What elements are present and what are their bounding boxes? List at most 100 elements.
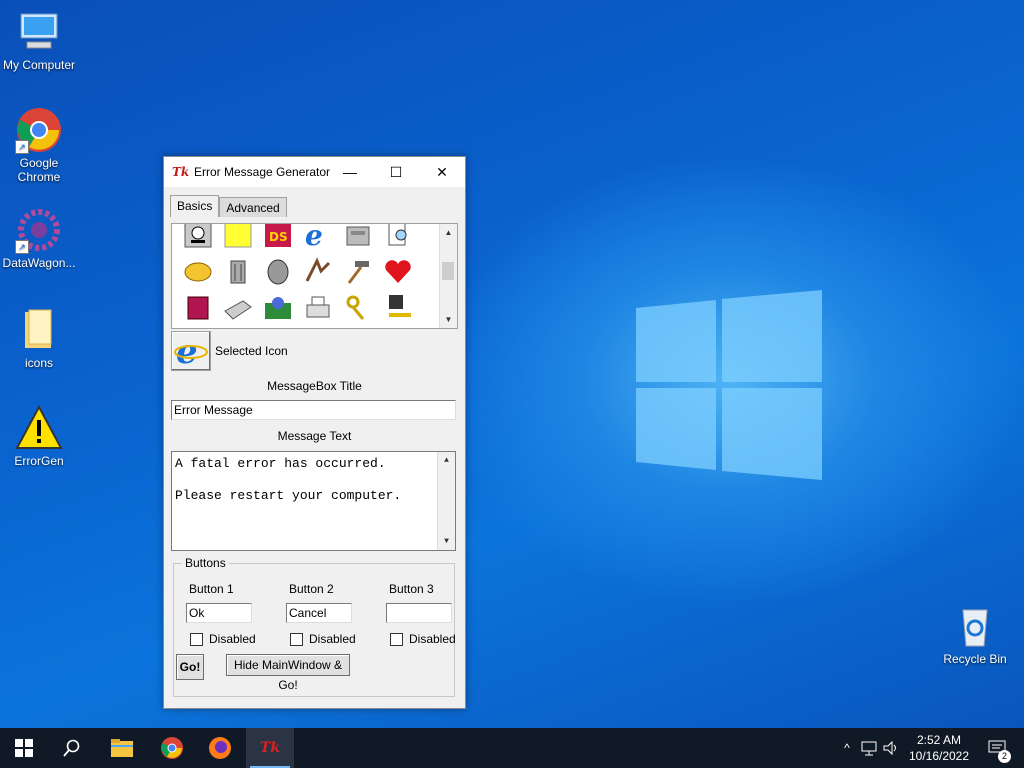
system-tray: ^	[838, 728, 900, 768]
dos-icon[interactable]: DS	[261, 224, 295, 250]
checkbox-box[interactable]	[390, 632, 403, 646]
disabled-label: Disabled	[409, 632, 456, 646]
button3-disabled-checkbox[interactable]: Disabled	[390, 632, 456, 646]
notifications-button[interactable]: 2	[982, 728, 1012, 768]
computer-icon	[15, 8, 63, 56]
desktop-icon-recycle-bin[interactable]: Recycle Bin	[936, 602, 1014, 666]
button1-label: Button 1	[189, 582, 234, 596]
taskbar-firefox[interactable]	[196, 728, 244, 768]
garbage-bin-icon[interactable]	[261, 256, 295, 286]
scroll-up-arrow-icon[interactable]: ▲	[440, 224, 457, 241]
message-text-line: Please restart your computer.	[175, 488, 402, 503]
network-icon[interactable]	[860, 740, 878, 756]
scroll-down-arrow-icon[interactable]: ▼	[440, 311, 457, 328]
taskbar-file-explorer[interactable]	[98, 728, 146, 768]
message-text-line	[172, 472, 455, 488]
go-button[interactable]: Go!	[176, 654, 204, 680]
hammer-icon[interactable]	[341, 256, 375, 286]
button3-input[interactable]	[386, 603, 452, 623]
chrome-icon: ↗	[15, 106, 63, 154]
desktop-icon-label: DataWagon...	[2, 256, 76, 270]
warning-icon	[15, 404, 63, 452]
messagebox-title-input[interactable]: Error Message	[171, 400, 456, 420]
keyboard-icon[interactable]	[221, 292, 255, 322]
message-text-area[interactable]: A fatal error has occurred. Please resta…	[171, 451, 456, 551]
buttons-group: Buttons Button 1 Button 2 Button 3 Ok Ca…	[173, 556, 456, 697]
fortune-cookie-icon[interactable]	[181, 256, 215, 286]
tab-bar: Basics Advanced	[170, 195, 287, 217]
heart-icon[interactable]	[381, 256, 415, 286]
internet-explorer-icon: e	[174, 334, 208, 368]
desktop-icon-google-chrome[interactable]: ↗ Google Chrome	[0, 106, 78, 184]
file-explorer-icon	[111, 739, 133, 757]
hide-mainwindow-go-button[interactable]: Hide MainWindow & Go!	[226, 654, 350, 692]
tab-basics[interactable]: Basics	[170, 195, 220, 217]
taskbar-error-message-generator[interactable]: Tk	[246, 728, 294, 768]
scroll-up-arrow-icon[interactable]: ▲	[438, 452, 455, 469]
desktop-icon-my-computer[interactable]: My Computer	[0, 8, 78, 72]
message-text-line: A fatal error has occurred.	[175, 456, 386, 471]
maximize-button[interactable]: ☐	[373, 157, 419, 187]
volume-icon[interactable]	[882, 740, 900, 756]
sticky-note-icon[interactable]	[221, 224, 255, 250]
firefox-icon	[209, 737, 231, 759]
magnifier-document-icon[interactable]	[381, 224, 415, 250]
tab-advanced[interactable]: Advanced	[219, 197, 287, 217]
checkbox-box[interactable]	[290, 632, 303, 646]
icon-picker-list[interactable]: DS e ▲ ▼	[171, 223, 458, 329]
desktop-icon-datawagon[interactable]: ↗ DataWagon...	[0, 206, 78, 270]
svg-text:DS: DS	[269, 230, 288, 244]
disabled-label: Disabled	[209, 632, 256, 646]
taskbar-chrome[interactable]	[148, 728, 196, 768]
desktop-icon-icons-folder[interactable]: icons	[0, 306, 78, 370]
svg-text:e: e	[305, 223, 323, 249]
button1-disabled-checkbox[interactable]: Disabled	[190, 632, 256, 646]
shortcut-arrow-icon: ↗	[15, 140, 29, 154]
taskbar: Tk ^ 2:52 AM 10/16/2022 2	[0, 728, 1024, 768]
shortcut-arrow-icon: ↗	[15, 240, 29, 254]
scroll-down-arrow-icon[interactable]: ▼	[438, 533, 455, 550]
chrome-icon	[161, 737, 183, 759]
key-disk-icon[interactable]	[381, 292, 415, 322]
message-text-scrollbar[interactable]: ▲ ▼	[437, 452, 455, 550]
selected-icon-preview[interactable]: e	[171, 331, 211, 371]
file-cabinet-icon[interactable]	[341, 224, 375, 250]
search-button[interactable]	[48, 728, 96, 768]
icon-list-scrollbar[interactable]: ▲ ▼	[439, 224, 457, 328]
chevron-up-icon[interactable]: ^	[838, 741, 856, 755]
svg-text:e: e	[176, 334, 198, 368]
notification-count-badge: 2	[998, 750, 1011, 763]
internet-explorer-icon[interactable]: e	[301, 223, 335, 250]
checkbox-box[interactable]	[190, 632, 203, 646]
trash-can-icon[interactable]	[221, 256, 255, 286]
window-title: Error Message Generator	[194, 165, 331, 179]
button3-label: Button 3	[389, 582, 434, 596]
desktop-icon-label: My Computer	[2, 58, 76, 72]
skull-icon[interactable]	[181, 224, 215, 250]
clock-time: 2:52 AM	[916, 733, 962, 747]
keys-icon[interactable]	[341, 292, 375, 322]
button2-disabled-checkbox[interactable]: Disabled	[290, 632, 356, 646]
tk-icon: Tk	[259, 740, 281, 756]
circuit-board-icon[interactable]	[261, 292, 295, 322]
error-message-generator-window: Tk Error Message Generator — ☐ ✕ Basics …	[163, 156, 466, 709]
clock-date: 10/16/2022	[908, 749, 970, 763]
search-icon	[63, 739, 80, 757]
desktop-icon-label: icons	[24, 356, 53, 370]
message-text-label: Message Text	[277, 429, 352, 443]
book-icon[interactable]	[181, 292, 215, 322]
windows-start-icon	[15, 739, 33, 757]
start-button[interactable]	[0, 728, 48, 768]
printer-icon[interactable]	[301, 292, 335, 322]
desktop-icon-errorgen[interactable]: ErrorGen	[0, 404, 78, 468]
recycle-bin-icon	[951, 602, 999, 650]
close-button[interactable]: ✕	[419, 157, 465, 187]
broken-icon[interactable]	[301, 256, 335, 286]
clock[interactable]: 2:52 AM 10/16/2022	[904, 732, 974, 764]
minimize-button[interactable]: —	[327, 157, 373, 187]
button2-input[interactable]: Cancel	[286, 603, 352, 623]
desktop-icon-label: Google	[19, 156, 59, 170]
button1-input[interactable]: Ok	[186, 603, 252, 623]
title-bar[interactable]: Tk Error Message Generator — ☐ ✕	[164, 157, 465, 187]
scroll-thumb[interactable]	[442, 262, 454, 280]
